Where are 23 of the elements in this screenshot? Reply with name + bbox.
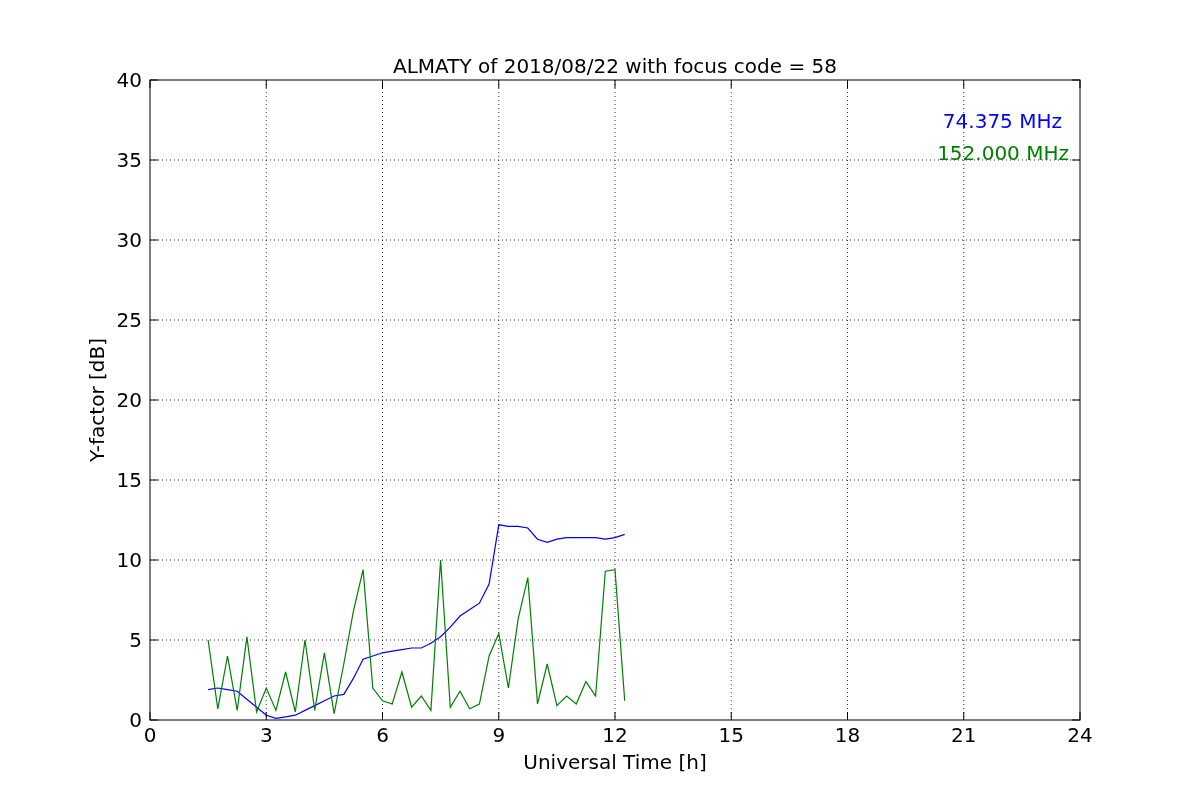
y-tick-label: 5 [129, 628, 142, 652]
y-tick-label: 0 [129, 708, 142, 732]
y-tick-label: 25 [116, 308, 142, 332]
legend-label: 74.375 MHz [942, 109, 1062, 133]
y-tick-label: 40 [116, 68, 142, 92]
x-tick-label: 0 [143, 723, 157, 747]
x-tick-label: 3 [259, 723, 273, 747]
x-tick-label: 12 [602, 723, 628, 747]
x-tick-label: 9 [492, 723, 506, 747]
y-tick-label: 15 [116, 468, 142, 492]
x-axis-label: Universal Time [h] [523, 750, 707, 774]
y-tick-label: 35 [116, 148, 142, 172]
x-tick-label: 21 [951, 723, 977, 747]
y-axis-label: Y-factor [dB] [85, 338, 109, 462]
x-tick-label: 15 [718, 723, 744, 747]
chart-title: ALMATY of 2018/08/22 with focus code = 58 [393, 54, 837, 78]
y-tick-label: 30 [116, 228, 142, 252]
x-tick-label: 6 [376, 723, 389, 747]
x-tick-label: 18 [834, 723, 861, 747]
y-tick-label: 20 [116, 388, 142, 412]
x-tick-label: 24 [1067, 723, 1093, 747]
y-tick-label: 10 [116, 548, 142, 572]
legend-label: 152.000 MHz [937, 141, 1069, 165]
